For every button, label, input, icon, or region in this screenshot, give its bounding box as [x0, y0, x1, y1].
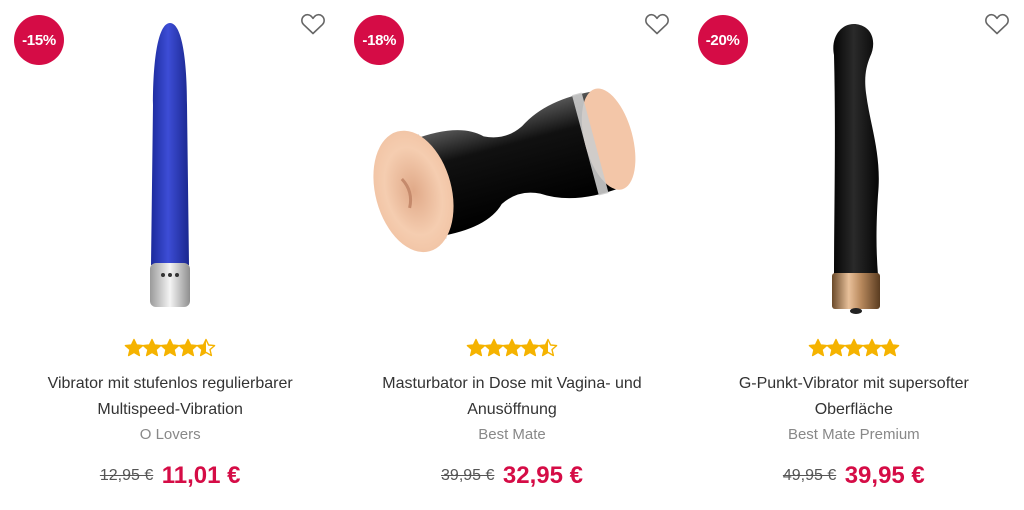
- product-brand: O Lovers: [139, 426, 201, 443]
- product-image[interactable]: [684, 10, 1024, 320]
- product-title-line1: Masturbator in Dose mit Vagina- und: [382, 375, 642, 392]
- star-icon: [196, 338, 216, 357]
- product-card[interactable]: -18% Masturbator in Dose mit Vagina- und…: [340, 0, 683, 510]
- old-price: 49,95 €: [782, 467, 837, 484]
- product-title-line2: Oberfläche: [814, 401, 893, 418]
- product-brand: Best Mate: [478, 426, 546, 443]
- new-price: 32,95 €: [502, 462, 583, 489]
- star-icon: [538, 338, 558, 357]
- star-icon: [178, 338, 198, 357]
- product-image[interactable]: [0, 10, 340, 320]
- star-icon: [520, 338, 540, 357]
- double-masturbator-image: [373, 88, 636, 253]
- rating-stars: [0, 338, 340, 362]
- product-title[interactable]: Masturbator in Dose mit Vagina- und Anus…: [360, 371, 663, 423]
- star-icon: [844, 338, 864, 357]
- star-icon: [502, 338, 522, 357]
- product-title-line1: Vibrator mit stufenlos regulierbarer: [47, 375, 293, 392]
- product-title[interactable]: G-Punkt-Vibrator mit supersofter Oberflä…: [704, 371, 1004, 423]
- price-row: 49,95 € 39,95 €: [684, 462, 1024, 490]
- old-price: 12,95 €: [99, 467, 154, 484]
- old-price: 39,95 €: [441, 467, 495, 484]
- star-icon: [808, 338, 828, 357]
- black-gspot-vibrator-image: [831, 24, 880, 314]
- product-image[interactable]: [340, 10, 683, 320]
- star-icon: [142, 338, 162, 357]
- product-title-line1: G-Punkt-Vibrator mit supersofter: [738, 375, 969, 392]
- product-title-line2: Multispeed-Vibration: [97, 401, 243, 418]
- new-price: 11,01 €: [161, 462, 241, 489]
- product-title-line2: Anusöffnung: [467, 401, 557, 418]
- product-card[interactable]: -15% Vibrator mit stufenlos regulierbare…: [0, 0, 340, 510]
- star-icon: [880, 338, 900, 357]
- star-icon: [160, 338, 180, 357]
- star-icon: [484, 338, 504, 357]
- price-row: 12,95 € 11,01 €: [0, 462, 340, 490]
- price-row: 39,95 € 32,95 €: [340, 462, 683, 490]
- rating-stars: [684, 338, 1024, 362]
- star-icon: [466, 338, 486, 357]
- product-grid: -15% Vibrator mit stufenlos regulierbare…: [0, 0, 1024, 510]
- new-price: 39,95 €: [844, 462, 925, 489]
- product-brand: Best Mate Premium: [787, 426, 920, 443]
- star-icon: [124, 338, 144, 357]
- rating-stars: [340, 338, 683, 362]
- product-title[interactable]: Vibrator mit stufenlos regulierbarer Mul…: [20, 371, 320, 423]
- star-icon: [862, 338, 882, 357]
- product-card[interactable]: -20% G-Punkt-Vibrator mit supersofter Ob…: [684, 0, 1024, 510]
- star-icon: [826, 338, 846, 357]
- blue-slim-vibrator-image: [150, 23, 191, 307]
